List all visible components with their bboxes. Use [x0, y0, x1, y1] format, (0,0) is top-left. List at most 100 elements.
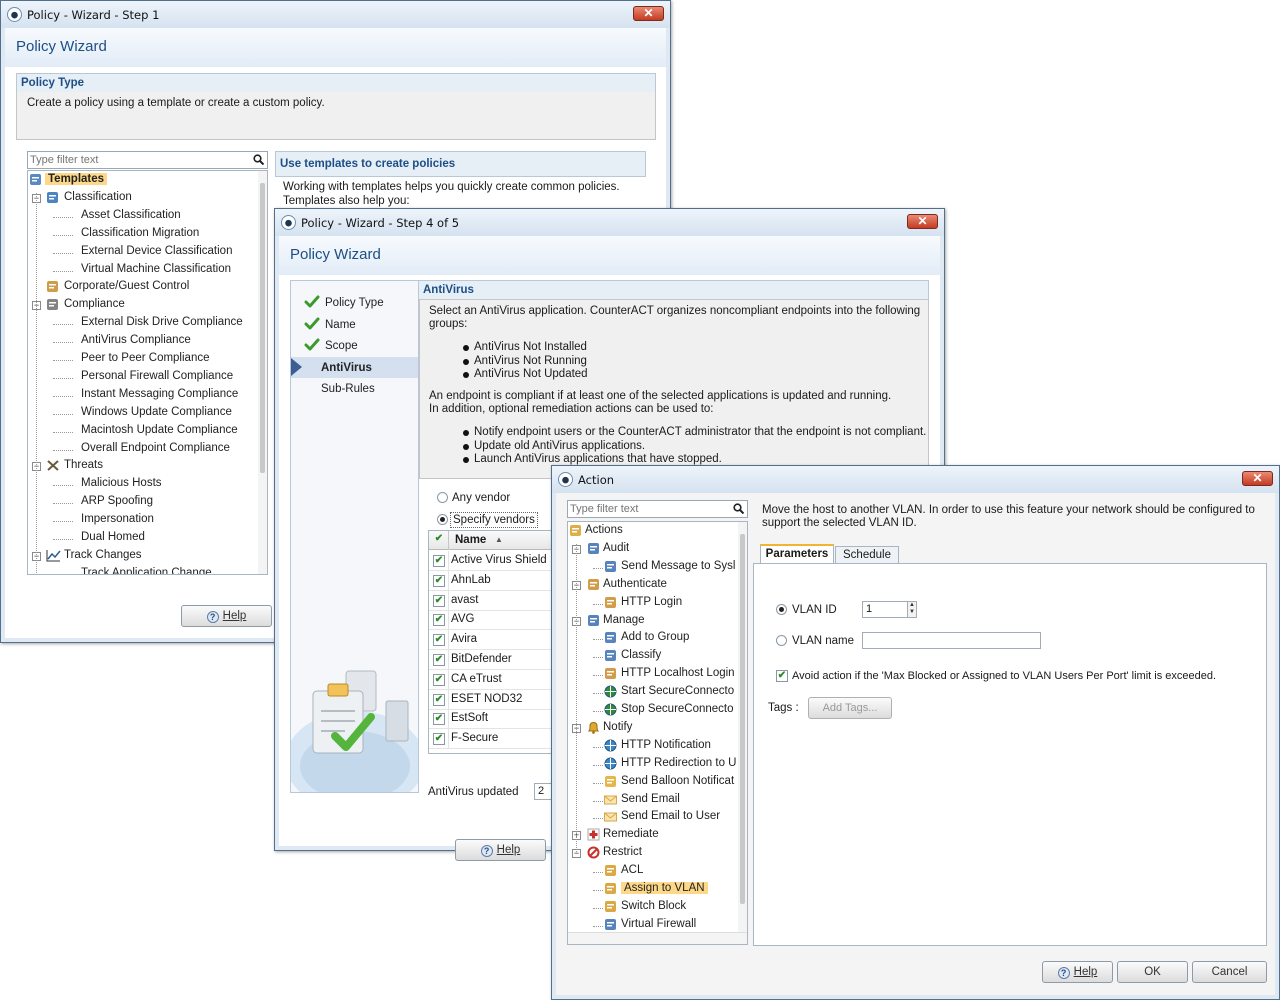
tree-item[interactable]: External Disk Drive Compliance — [81, 316, 243, 328]
tree-item[interactable]: Remediate — [603, 828, 659, 840]
vlan-name-radio[interactable] — [776, 635, 787, 646]
vlan-name-label[interactable]: VLAN name — [792, 635, 854, 647]
avoid-action-checkbox[interactable]: ✔ — [776, 670, 788, 682]
vendor-row[interactable]: ✔ Avira — [429, 630, 557, 651]
tree-item[interactable]: Impersonation — [81, 513, 154, 525]
scrollbar-thumb[interactable] — [740, 534, 745, 904]
vendor-checkbox[interactable]: ✔ — [433, 555, 445, 567]
vlan-id-label[interactable]: VLAN ID — [792, 604, 837, 616]
tree-item[interactable]: HTTP Localhost Login — [621, 667, 735, 679]
specify-vendors-label[interactable]: Specify vendors — [450, 512, 538, 528]
vendor-row[interactable]: ✔ ESET NOD32 — [429, 689, 557, 710]
any-vendor-label[interactable]: Any vendor — [452, 492, 510, 504]
vendor-row[interactable]: ✔ EstSoft — [429, 709, 557, 730]
tree-item[interactable]: Templates — [45, 173, 108, 185]
tree-item[interactable]: Macintosh Update Compliance — [81, 424, 238, 436]
tree-item[interactable]: Actions — [585, 524, 623, 536]
wizard-step-policy-type[interactable]: Policy Type — [325, 297, 384, 309]
tree-item[interactable]: Compliance — [64, 298, 125, 310]
tree-item[interactable]: Windows Update Compliance — [81, 406, 232, 418]
add-tags-button[interactable]: Add Tags... — [808, 697, 892, 719]
close-button[interactable]: ✕ — [633, 6, 664, 21]
wizard-step-name[interactable]: Name — [325, 319, 356, 331]
title-bar[interactable]: Action ✕ — [552, 466, 1279, 493]
ok-button[interactable]: OK — [1117, 961, 1188, 983]
tree-item[interactable]: Send Balloon Notificat — [621, 775, 734, 787]
scrollbar-thumb[interactable] — [260, 183, 265, 473]
title-bar[interactable]: Policy - Wizard - Step 4 of 5 ✕ — [275, 209, 944, 236]
tree-item[interactable]: Classification — [64, 191, 132, 203]
tree-item[interactable]: Authenticate — [603, 578, 667, 590]
tree-item[interactable]: Send Email — [621, 793, 680, 805]
vendor-checkbox[interactable]: ✔ — [433, 693, 445, 706]
vendor-row[interactable]: ✔ avast — [429, 590, 557, 611]
tree-item[interactable]: Restrict — [603, 846, 642, 858]
vendor-checkbox[interactable]: ✔ — [433, 733, 445, 746]
filter-input[interactable] — [568, 501, 729, 517]
wizard-step-scope[interactable]: Scope — [325, 340, 358, 352]
vendor-row[interactable]: ✔ CA eTrust — [429, 669, 557, 690]
close-button[interactable]: ✕ — [1242, 471, 1273, 486]
tree-scrollbar[interactable] — [258, 171, 267, 574]
search-icon[interactable] — [733, 503, 744, 514]
tree-scrollbar[interactable] — [738, 522, 747, 932]
vlan-id-spinner-arrows[interactable]: ▲ ▼ — [907, 601, 917, 618]
wizard-step-antivirus[interactable]: AntiVirus — [321, 362, 372, 374]
tree-item[interactable]: Start SecureConnecto — [621, 685, 734, 697]
tree-item[interactable]: HTTP Notification — [621, 739, 711, 751]
tree-item[interactable]: HTTP Login — [621, 596, 682, 608]
tree-item[interactable]: Manage — [603, 614, 645, 626]
vlan-id-radio[interactable] — [776, 604, 787, 615]
help-button[interactable]: ? Help — [455, 839, 546, 861]
close-button[interactable]: ✕ — [907, 214, 938, 229]
vendor-row[interactable]: ✔ F-Secure — [429, 729, 557, 750]
tree-item[interactable]: Send Message to Sysl — [621, 560, 735, 572]
name-column-header[interactable]: Name — [455, 534, 486, 546]
vendor-row[interactable]: ✔ AVG — [429, 610, 557, 631]
vlan-name-field[interactable] — [862, 632, 1041, 649]
tree-item[interactable]: Add to Group — [621, 631, 689, 643]
title-bar[interactable]: Policy - Wizard - Step 1 ✕ — [1, 1, 670, 28]
help-button[interactable]: ? Help — [181, 605, 272, 627]
tree-item[interactable]: Instant Messaging Compliance — [81, 388, 238, 400]
tree-item[interactable]: Threats — [64, 459, 103, 471]
vendor-checkbox[interactable]: ✔ — [433, 634, 445, 647]
vendor-row[interactable]: ✔ BitDefender — [429, 650, 557, 670]
avoid-action-label[interactable]: Avoid action if the 'Max Blocked or Assi… — [792, 670, 1216, 682]
tree-item[interactable]: Assign to VLAN — [621, 882, 708, 894]
tree-item[interactable]: AntiVirus Compliance — [81, 334, 191, 346]
tree-item[interactable]: Personal Firewall Compliance — [81, 370, 233, 382]
tab-parameters[interactable]: Parameters — [760, 544, 834, 563]
tree-item[interactable]: External Device Classification — [81, 245, 232, 257]
tree-item[interactable]: Peer to Peer Compliance — [81, 352, 209, 364]
specify-vendors-radio[interactable] — [437, 514, 448, 525]
vendor-row[interactable]: ✔ Active Virus Shield — [429, 551, 557, 571]
tab-schedule[interactable]: Schedule — [835, 546, 899, 564]
tree-item[interactable]: Virtual Machine Classification — [81, 263, 231, 275]
tree-item[interactable]: ARP Spoofing — [81, 495, 153, 507]
search-icon[interactable] — [253, 154, 264, 165]
vendor-checkbox[interactable]: ✔ — [433, 713, 445, 726]
vendor-checkbox[interactable]: ✔ — [433, 614, 445, 627]
vlan-id-spinner[interactable]: 1 — [862, 601, 910, 618]
tree-item[interactable]: Notify — [603, 721, 632, 733]
tree-item[interactable]: Virtual Firewall — [621, 918, 696, 930]
tree-item[interactable]: Classify — [621, 649, 661, 661]
filter-input[interactable] — [28, 152, 249, 168]
tree-item[interactable]: Classification Migration — [81, 227, 199, 239]
tree-item[interactable]: Corporate/Guest Control — [64, 280, 189, 292]
tree-item[interactable]: Dual Homed — [81, 531, 145, 543]
vendor-checkbox[interactable]: ✔ — [433, 654, 445, 666]
tree-item[interactable]: HTTP Redirection to U — [621, 757, 736, 769]
vendor-checkbox[interactable]: ✔ — [433, 594, 445, 607]
cancel-button[interactable]: Cancel — [1192, 961, 1267, 983]
vendor-checkbox[interactable]: ✔ — [433, 673, 445, 686]
tree-item[interactable]: Audit — [603, 542, 629, 554]
wizard-step-sub-rules[interactable]: Sub-Rules — [321, 383, 375, 395]
tree-item[interactable]: Overall Endpoint Compliance — [81, 442, 230, 454]
tree-item[interactable]: Malicious Hosts — [81, 477, 162, 489]
tree-item[interactable]: Track Application Change — [81, 567, 212, 574]
horizontal-scrollbar[interactable] — [568, 932, 747, 944]
tree-item[interactable]: Stop SecureConnecto — [621, 703, 734, 715]
vendor-row[interactable]: ✔ AhnLab — [429, 570, 557, 591]
